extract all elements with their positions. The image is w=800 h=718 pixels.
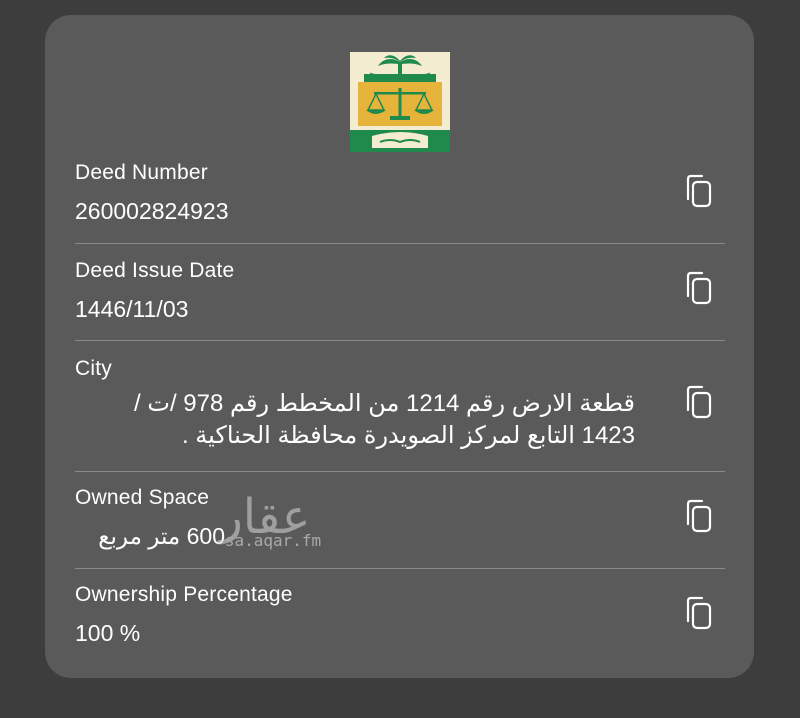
owned-space-label: Owned Space [75, 486, 210, 509]
deed-issue-date-value: 1446/11/03 [75, 296, 189, 322]
city-row: City قطعة الارض رقم 1214 من المخطط رقم 9… [75, 356, 725, 452]
copy-ownership-percentage-button[interactable] [682, 595, 716, 633]
city-label: City [75, 357, 112, 380]
copy-icon [686, 596, 712, 630]
copy-deed-issue-date-button[interactable] [682, 270, 716, 308]
copy-icon [686, 499, 712, 533]
copy-city-button[interactable] [682, 384, 716, 422]
city-value: قطعة الارض رقم 1214 من المخطط رقم 978 /ت… [134, 390, 635, 449]
divider [75, 243, 725, 244]
deed-number-row: Deed Number 260002824923 [75, 160, 725, 228]
deed-number-value: 260002824923 [75, 198, 229, 224]
deed-number-label: Deed Number [75, 161, 208, 184]
ministry-of-justice-logo [350, 52, 450, 152]
copy-owned-space-button[interactable] [682, 498, 716, 536]
deed-details-card: Deed Number 260002824923 Deed Issue Date… [45, 15, 754, 678]
copy-icon [686, 385, 712, 419]
owned-space-row: Owned Space 600 متر مربع [75, 485, 725, 553]
divider [75, 568, 725, 569]
ownership-percentage-label: Ownership Percentage [75, 583, 293, 606]
deed-issue-date-row: Deed Issue Date 1446/11/03 [75, 258, 725, 326]
owned-space-value: 600 متر مربع [98, 523, 225, 549]
deed-issue-date-label: Deed Issue Date [75, 259, 235, 282]
ownership-percentage-value: 100 % [75, 620, 141, 646]
copy-deed-number-button[interactable] [682, 173, 716, 211]
ownership-percentage-row: Ownership Percentage 100 % [75, 582, 725, 650]
divider [75, 340, 725, 341]
copy-icon [686, 174, 712, 208]
divider [75, 471, 725, 472]
copy-icon [686, 271, 712, 305]
